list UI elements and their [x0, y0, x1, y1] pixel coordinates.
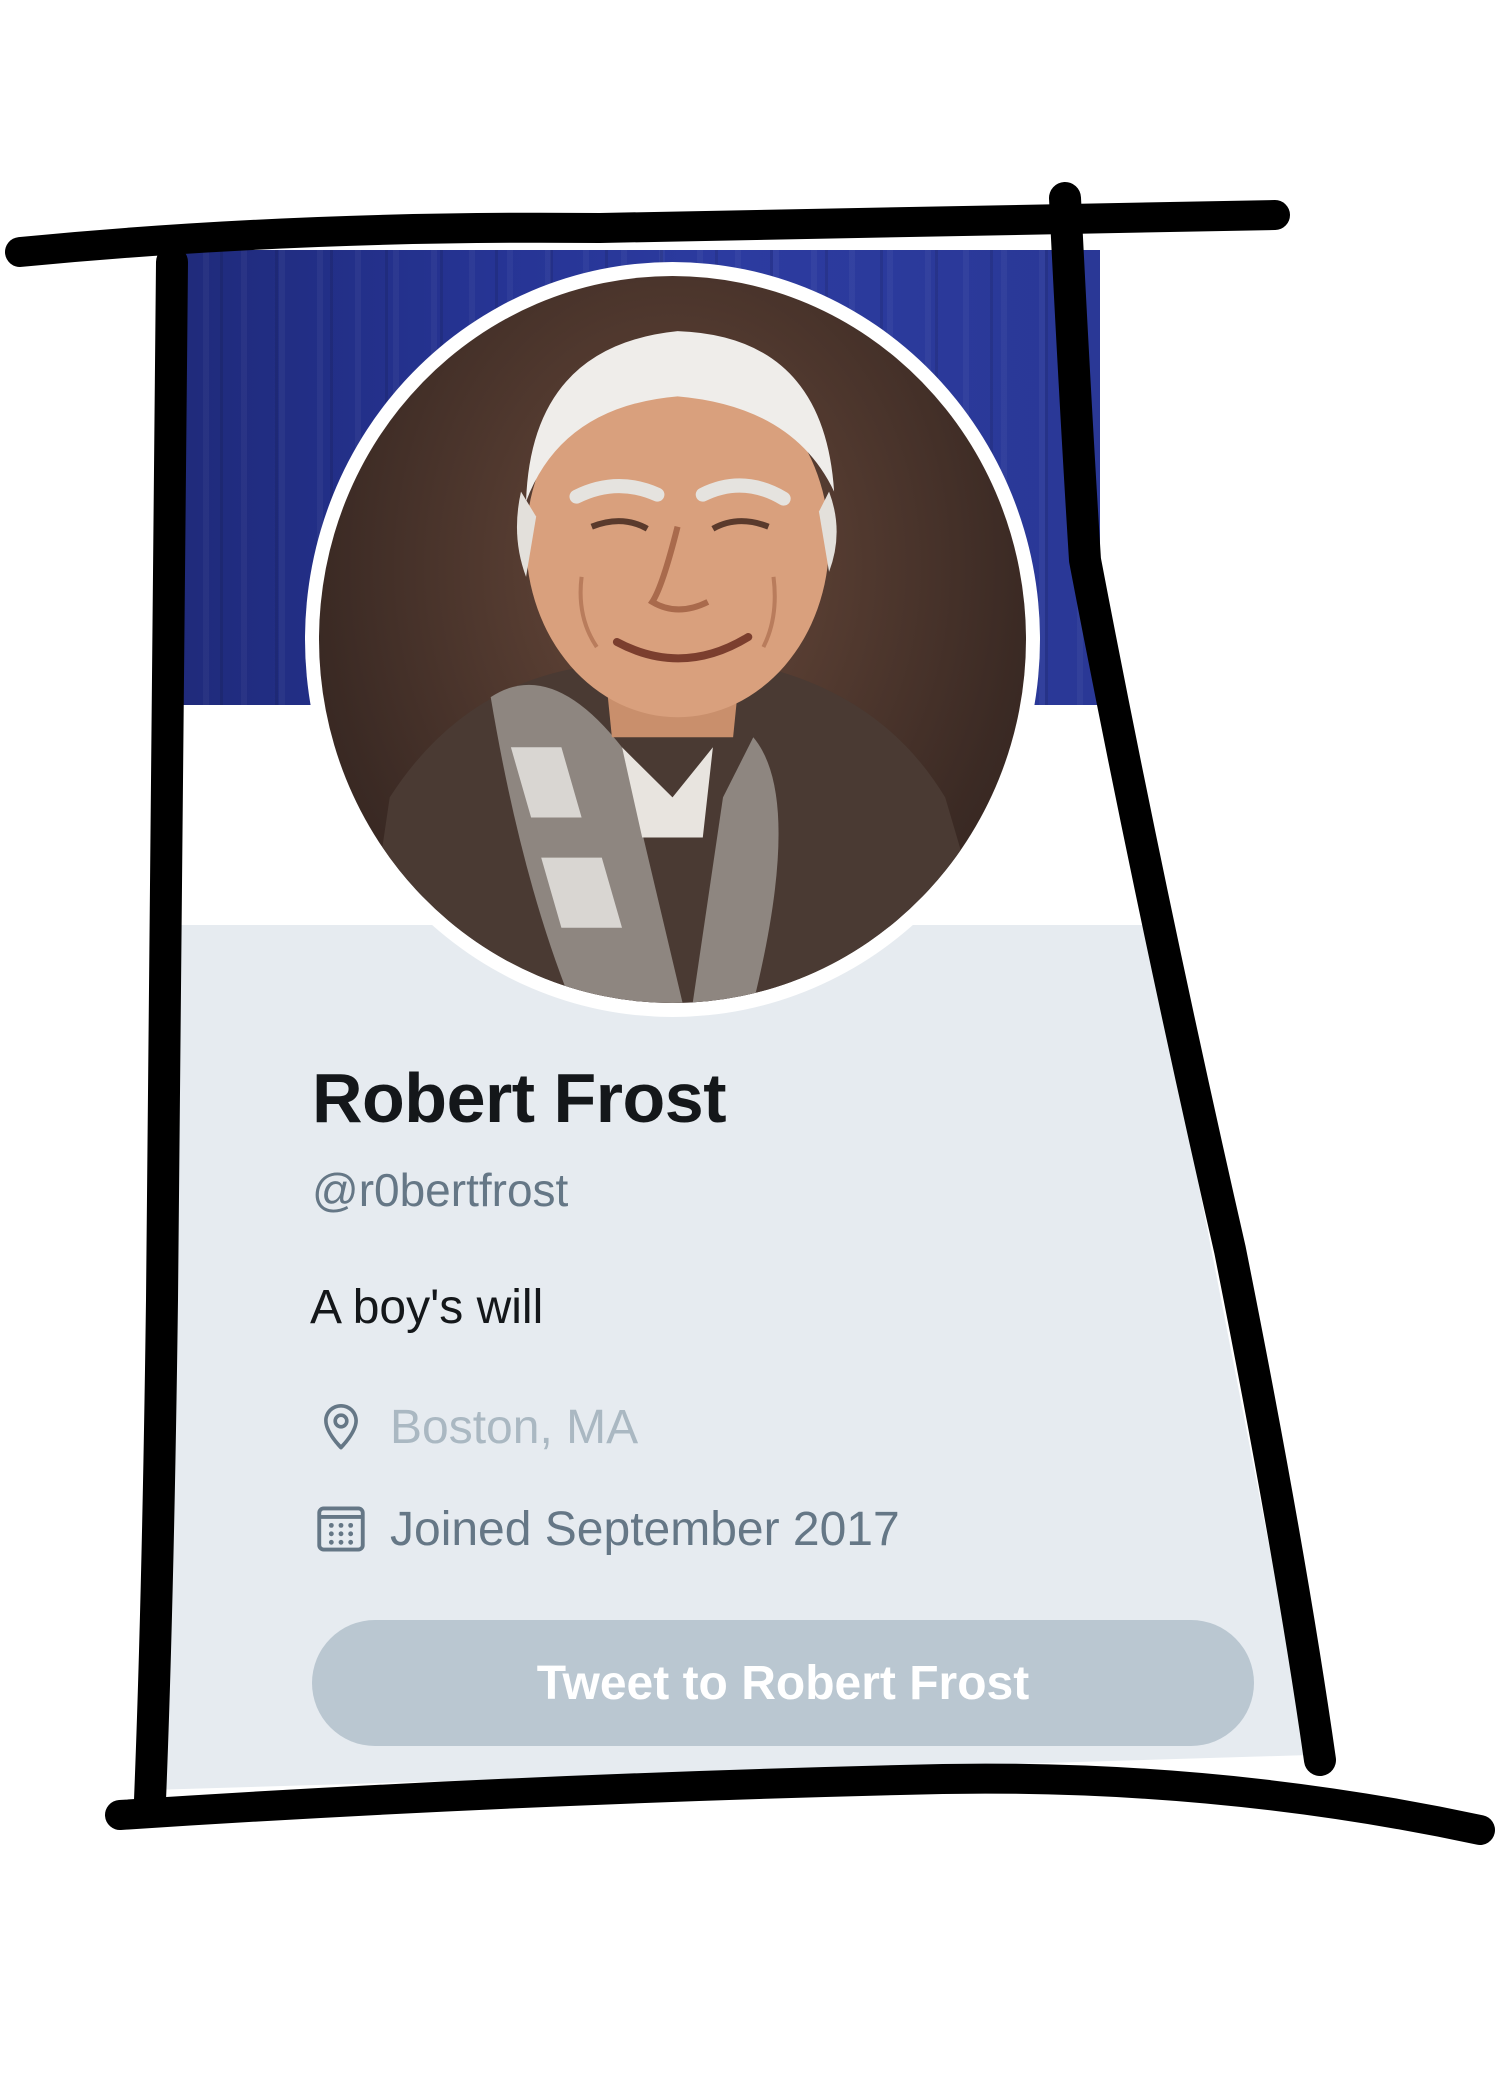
profile-card: Robert Frost @r0bertfrost A boy's will B… — [0, 0, 1500, 2100]
location-pin-icon — [324, 1404, 358, 1450]
avatar[interactable] — [305, 262, 1040, 1017]
profile-handle[interactable]: @r0bertfrost — [312, 1163, 568, 1217]
profile-name: Robert Frost — [312, 1059, 727, 1137]
joined-text: Joined September 2017 — [390, 1502, 900, 1556]
profile-location: Boston, MA — [312, 1398, 638, 1456]
calendar-icon — [317, 1506, 365, 1552]
tweet-to-button[interactable]: Tweet to Robert Frost — [312, 1620, 1254, 1746]
profile-bio: A boy's will — [310, 1281, 544, 1334]
location-text: Boston, MA — [390, 1400, 639, 1454]
profile-joined: Joined September 2017 — [312, 1500, 900, 1558]
avatar-photo — [319, 276, 1026, 1003]
